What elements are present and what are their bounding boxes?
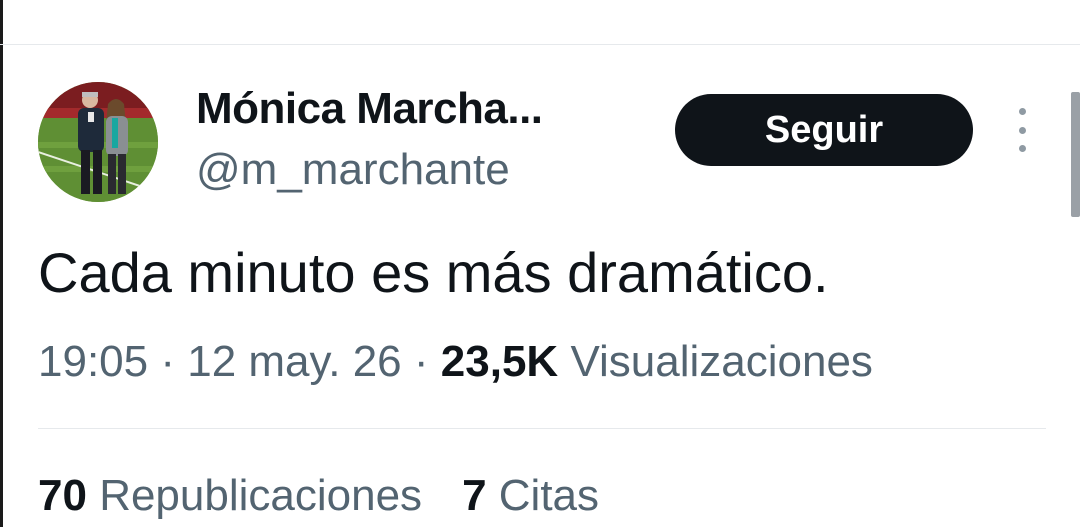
window-left-edge (0, 0, 3, 527)
views-label: Visualizaciones (570, 337, 873, 386)
scrollbar-thumb[interactable] (1071, 92, 1080, 217)
stats-divider (38, 428, 1046, 429)
meta-separator: · (413, 337, 429, 386)
quotes-count: 7 (462, 471, 487, 520)
more-vertical-icon[interactable] (1008, 108, 1036, 152)
tweet-text: Cada minuto es más dramático. (38, 241, 829, 304)
reposts-label: Republicaciones (99, 471, 423, 520)
author-handle[interactable]: @m_marchante (196, 145, 510, 195)
more-dot (1018, 126, 1026, 134)
engagement-stats: 70 Republicaciones 7 Citas (38, 470, 599, 522)
meta-separator: · (160, 337, 175, 386)
quotes-label: Citas (498, 471, 600, 520)
author-name[interactable]: Mónica Marcha... (196, 84, 543, 134)
quotes-stat[interactable]: 7 Citas (462, 471, 599, 520)
reposts-stat[interactable]: 70 Republicaciones (38, 471, 422, 520)
reposts-count: 70 (38, 471, 87, 520)
avatar-photo (38, 82, 158, 202)
follow-button[interactable]: Seguir (675, 94, 973, 166)
tweet-time[interactable]: 19:05 (38, 337, 148, 386)
views-label (558, 337, 570, 386)
tweet-date[interactable]: 12 may. 26 (187, 337, 401, 386)
avatar[interactable] (38, 82, 158, 202)
header-divider (0, 44, 1080, 45)
views-count: 23,5K (440, 337, 559, 386)
tweet-meta: 19:05 · 12 may. 26 · 23,5K Visualizacion… (38, 336, 873, 388)
more-dot (1018, 108, 1026, 115)
more-dot (1018, 145, 1026, 152)
